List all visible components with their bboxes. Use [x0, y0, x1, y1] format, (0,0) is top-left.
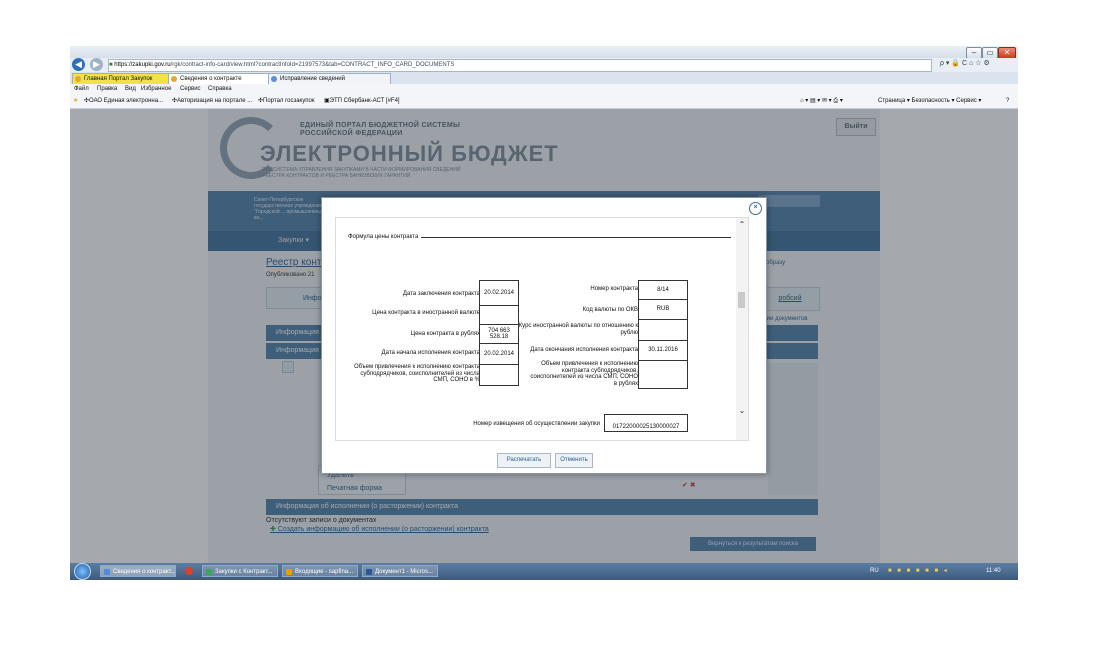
rub-price-value: 704 663 528.18: [479, 324, 519, 344]
menu-edit[interactable]: Правка: [97, 84, 117, 94]
page-content: ЕДИНЫЙ ПОРТАЛ БЮДЖЕТНОЙ СИСТЕМЫ РОССИЙСКО…: [70, 109, 1018, 563]
contract-date-value: 20.02.2014: [479, 280, 519, 306]
taskbar-label: Закупки с Контракт...: [215, 569, 273, 575]
tab-label: Главная Портал Закупок: [84, 76, 153, 82]
tab-label: Исправление сведений: [280, 76, 345, 82]
favorite-label: Портал госзакупок: [263, 98, 315, 104]
browser-window: – ▭ ✕ ◀ ▶ ■ https://zakupki.gov.ru/rgk/c…: [70, 46, 1018, 580]
tab-site-icon: [171, 76, 177, 82]
menu-file[interactable]: Файл: [74, 84, 89, 94]
rub-price-label: Цена контракта в рублях: [410, 331, 480, 337]
price-formula-line: [421, 237, 731, 238]
end-date-value: 30.11.2016: [638, 340, 688, 361]
dialog-footer: Распечатать Отменить: [322, 444, 766, 473]
taskbar-label: Сведения о контракт...: [113, 569, 176, 575]
toolbar-icons[interactable]: ⌂ ▾ ▤ ▾ ✉ ▾ ⎙ ▾: [800, 94, 843, 108]
menu-view[interactable]: Вид: [125, 84, 136, 94]
contract-print-dialog: × Формула цены контракта Дата заключения…: [321, 197, 767, 474]
tab-label: Сведения о контракте: [180, 76, 242, 82]
dialog-scrollbar[interactable]: ⌃ ⌄: [736, 218, 748, 440]
okv-label: Код валюты по ОКВ: [582, 307, 638, 313]
favorite-link[interactable]: ✣ Портал госзакупок: [258, 94, 314, 108]
tray-icons[interactable]: ■ ■ ■ ■ ■ ■ ◂: [888, 567, 949, 574]
okv-value: RUB: [638, 299, 688, 320]
contract-date-label: Дата заключения контракта: [402, 291, 480, 297]
subcontract-pct-label: Объем привлечения к исполнению контракта…: [353, 364, 480, 383]
end-date-label: Дата окончания исполнения контракта: [530, 347, 638, 353]
tab-site-icon: [271, 76, 277, 82]
favorite-link[interactable]: ✣ ОАО Единая электронна...: [84, 94, 163, 108]
contract-number-label: Номер контракта: [590, 286, 638, 292]
window-titlebar: – ▭ ✕: [70, 46, 1018, 59]
scroll-down-icon[interactable]: ⌄: [736, 406, 748, 415]
taskbar-label: Входящие - sapfina...: [295, 569, 354, 575]
taskbar-item[interactable]: Документ1 - Micros...: [362, 565, 438, 577]
dialog-content: Формула цены контракта Дата заключения к…: [335, 217, 749, 441]
foreign-price-label: Цена контракта в иностранной валюте: [372, 310, 480, 316]
notice-number-value: 01722000025130000027: [604, 414, 688, 432]
address-row: ◀ ▶ ■ https://zakupki.gov.ru/rgk/contrac…: [70, 58, 1018, 72]
menu-bar: Файл Правка Вид Избранное Сервис Справка: [70, 84, 1018, 94]
fx-rate-value: [638, 319, 688, 341]
favorite-label: ОАО Единая электронна...: [89, 98, 164, 104]
menu-favorites[interactable]: Избранное: [141, 84, 171, 94]
start-button[interactable]: [74, 563, 91, 580]
ie-icon: [104, 569, 110, 575]
scroll-up-icon[interactable]: ⌃: [736, 220, 748, 229]
menu-tools[interactable]: Сервис: [180, 84, 201, 94]
start-date-value: 20.02.2014: [479, 343, 519, 365]
tray-clock[interactable]: 11:40: [986, 565, 1001, 577]
tab-strip: Главная Портал Закупок Сведения о контра…: [70, 72, 1018, 85]
mail-icon: [286, 569, 292, 575]
favorite-label: ЭТП Сбербанк-АСТ [#F4]: [329, 98, 400, 104]
taskbar-item[interactable]: Сведения о контракт...: [100, 565, 176, 577]
tab-site-icon: [75, 76, 81, 82]
url-host: https://zakupki.gov.ru: [114, 62, 171, 68]
subcontract-rub-value: [638, 360, 688, 389]
favorites-bar: ★ ✣ ОАО Единая электронна... ✣ Авторизац…: [70, 94, 1018, 109]
toolbar-menus[interactable]: Страница ▾ Безопасность ▾ Сервис ▾: [878, 94, 981, 108]
address-tools[interactable]: ρ ▾ 🔒 C ⌂ ☆ ⚙: [940, 59, 990, 67]
favorites-star-icon[interactable]: ★: [73, 94, 78, 108]
back-arrow-icon[interactable]: ◀: [72, 58, 85, 71]
subcontract-rub-label: Объем привлечения к исполнению контракта…: [530, 361, 638, 387]
taskbar-item[interactable]: Закупки с Контракт...: [202, 565, 278, 577]
favorite-link[interactable]: ▣ ЭТП Сбербанк-АСТ [#F4]: [324, 94, 400, 108]
start-date-label: Дата начала исполнения контракта: [381, 350, 480, 356]
menu-help[interactable]: Справка: [208, 84, 232, 94]
contract-number-value: 8/14: [638, 280, 688, 300]
fx-rate-label: Курс иностранной валюты по отношению к р…: [518, 323, 638, 336]
notice-number-label: Номер извещения об осуществлении закупки: [473, 421, 600, 427]
subcontract-pct-value: [479, 364, 519, 386]
lock-icon: ■: [109, 62, 113, 68]
taskbar-item[interactable]: Входящие - sapfina...: [282, 565, 358, 577]
taskbar-label: Документ1 - Micros...: [375, 569, 433, 575]
word-icon: [366, 569, 372, 575]
chrome-icon: [206, 569, 212, 575]
forward-arrow-icon[interactable]: ▶: [90, 58, 103, 71]
address-bar[interactable]: ■ https://zakupki.gov.ru/rgk/contract-in…: [108, 59, 932, 72]
tray-language[interactable]: RU: [870, 565, 879, 577]
taskbar: Сведения о контракт... Закупки с Контрак…: [70, 563, 1018, 580]
browser-icon[interactable]: [185, 567, 193, 575]
favorite-link[interactable]: ✣ Авторизация на портале ...: [172, 94, 252, 108]
scroll-thumb[interactable]: [738, 292, 745, 308]
price-formula-label: Формула цены контракта: [348, 234, 419, 240]
foreign-price-value: [479, 305, 519, 325]
cancel-button[interactable]: Отменить: [555, 453, 593, 468]
favorite-label: Авторизация на портале ...: [177, 98, 253, 104]
print-button[interactable]: Распечатать: [497, 453, 551, 468]
dialog-close-icon[interactable]: ×: [749, 202, 762, 215]
help-icon[interactable]: ?: [1006, 94, 1009, 108]
url-path: /rgk/contract-info-card/view.html?contra…: [170, 62, 455, 68]
